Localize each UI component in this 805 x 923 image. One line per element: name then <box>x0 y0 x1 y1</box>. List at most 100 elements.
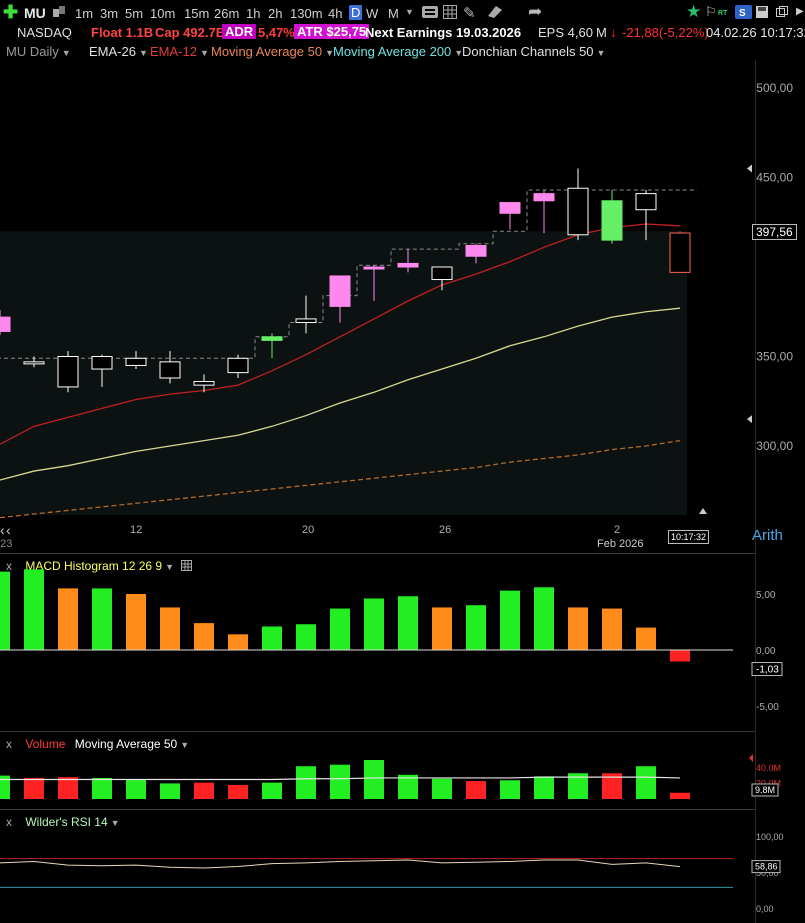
symbol-info-bar: NASDAQ Float 1.1B Cap 492.7B ADR 5,47% A… <box>0 24 805 41</box>
study-5[interactable]: Donchian Channels 50 ▼ <box>462 44 605 59</box>
volume-marker-icon <box>749 754 753 762</box>
scroll-right-icon[interactable]: ▶ <box>796 6 804 17</box>
studies-bar: MU Daily ▼ EMA-26 ▼ EMA-12 ▼ Moving Average 50… <box>0 42 805 60</box>
draw-pencil-icon[interactable]: ✎ <box>463 4 476 22</box>
timeframe-1m[interactable]: 1m <box>75 6 93 21</box>
volume-bar <box>24 777 44 799</box>
study-2[interactable]: EMA-12 ▼ <box>150 44 209 59</box>
study-4[interactable]: Moving Average 200 ▼ <box>333 44 463 59</box>
timeframe-130m[interactable]: 130m <box>290 6 323 21</box>
timeframe-D[interactable]: D <box>349 5 363 20</box>
macd-bar <box>126 594 146 650</box>
timeframe-menu-chevron-icon[interactable]: ▼ <box>405 7 414 17</box>
chevron-down-icon[interactable]: ▼ <box>139 48 148 58</box>
share-icon[interactable]: ➦ <box>528 2 542 22</box>
time-axis[interactable]: 12 20 26 2 Feb 2026 023‹‹ 10:17:32 Arith <box>0 518 805 553</box>
eps-label: EPS 4,60 <box>538 25 593 40</box>
candle[interactable] <box>567 168 589 241</box>
flag-icon[interactable]: ⚐ <box>705 4 717 20</box>
exchange-label: NASDAQ <box>17 25 72 40</box>
timeframe-5m[interactable]: 5m <box>125 6 143 21</box>
eraser-icon[interactable] <box>485 4 503 18</box>
chevron-down-icon[interactable]: ▼ <box>597 48 606 58</box>
price-chart[interactable]: 500,00 450,00 350,00 300,00 <box>0 60 805 525</box>
volume-bar <box>194 782 214 799</box>
timeframe-W[interactable]: W <box>366 6 378 21</box>
rt-badge: RT <box>718 10 728 17</box>
volume-bar <box>466 781 486 799</box>
scanner-icon[interactable]: S <box>735 5 752 19</box>
price-tick-label: 300,00 <box>756 439 793 453</box>
volume-bar <box>330 764 350 799</box>
star-icon[interactable]: ★ <box>686 2 701 22</box>
chevron-down-icon[interactable]: ▼ <box>62 48 71 58</box>
study-label: Moving Average 50 <box>211 44 323 59</box>
study-1[interactable]: EMA-26 ▼ <box>89 44 148 59</box>
bar-type-icon[interactable] <box>52 5 66 18</box>
scroll-up-icon[interactable] <box>699 508 707 514</box>
candle[interactable] <box>57 351 79 393</box>
rsi-current-value: 58,86 <box>755 862 778 872</box>
macd-tick-label: 0,00 <box>756 646 776 657</box>
timeframe-15m[interactable]: 15m <box>184 6 209 21</box>
scale-mode-button[interactable]: Arith <box>752 527 783 544</box>
volume-bar <box>126 779 146 799</box>
macd-bar <box>466 605 486 650</box>
rsi-chart[interactable]: 100,0050,000,0058,86 <box>0 809 805 923</box>
macd-bar <box>602 608 622 650</box>
cap-label: Cap 492.7B <box>155 25 226 40</box>
study-3[interactable]: Moving Average 50 ▼ <box>211 44 334 59</box>
volume-bar <box>432 778 452 799</box>
window-restore-icon[interactable] <box>776 6 788 18</box>
macd-tick-label: -5,00 <box>756 702 779 713</box>
axis-marker-icon <box>747 415 752 424</box>
timeframe-M[interactable]: M <box>388 6 399 21</box>
chart-settings-icon[interactable] <box>422 5 438 19</box>
volume-bar <box>670 792 690 799</box>
study-0[interactable]: MU Daily ▼ <box>6 44 71 59</box>
timeframe-1h[interactable]: 1h <box>246 6 260 21</box>
macd-bar <box>636 627 656 650</box>
volume-current-value: 9.8M <box>755 785 775 795</box>
timeframe-26m[interactable]: 26m <box>214 6 239 21</box>
volume-bar <box>262 782 282 799</box>
macd-bar <box>670 650 690 662</box>
grid-icon[interactable] <box>443 5 457 19</box>
save-icon[interactable] <box>756 6 768 18</box>
macd-current-value: -1,03 <box>756 665 779 676</box>
rsi-tick-label: 0,00 <box>756 904 774 914</box>
candle[interactable] <box>669 231 691 273</box>
price-change: -21,88(-5,22%) <box>622 25 709 40</box>
candle[interactable] <box>533 190 555 233</box>
volume-bar <box>364 760 384 799</box>
timeframe-3m[interactable]: 3m <box>100 6 118 21</box>
study-label: Donchian Channels 50 <box>462 44 594 59</box>
collapse-left-icon-2[interactable]: ‹ <box>6 522 11 538</box>
atr-label: ATR <box>297 24 323 39</box>
svg-text:S: S <box>739 8 746 19</box>
adr-badge: ADR <box>222 24 257 39</box>
volume-bar <box>58 777 78 799</box>
timeframe-2h[interactable]: 2h <box>268 6 282 21</box>
atr-badge: ATR $25,75 <box>294 24 370 39</box>
candle[interactable] <box>601 190 623 244</box>
candle[interactable] <box>499 202 521 230</box>
add-icon[interactable]: ✚ <box>3 3 18 21</box>
timeframe-4h[interactable]: 4h <box>328 6 342 21</box>
study-label: EMA-26 <box>89 44 136 59</box>
collapse-left-icon[interactable]: ‹ <box>0 522 5 538</box>
chevron-down-icon[interactable]: ▼ <box>200 48 209 58</box>
timeframe-10m[interactable]: 10m <box>150 6 175 21</box>
axis-marker-icon <box>747 164 752 173</box>
datetime: 04.02.26 10:17:32 <box>706 25 805 40</box>
study-label: EMA-12 <box>150 44 197 59</box>
time-tick-label: 2 <box>614 524 621 536</box>
symbol-selector[interactable]: MU <box>24 5 46 21</box>
macd-histogram-chart[interactable]: 5,00 0,00 -5,00 -1,03 <box>0 553 805 730</box>
macd-bar <box>398 596 418 650</box>
volume-chart[interactable]: 40.0M20.0M9.8M <box>0 731 805 809</box>
volume-bar <box>534 776 554 799</box>
macd-bar <box>92 588 112 650</box>
volume-bar <box>636 766 656 799</box>
study-label: MU Daily <box>6 44 59 59</box>
